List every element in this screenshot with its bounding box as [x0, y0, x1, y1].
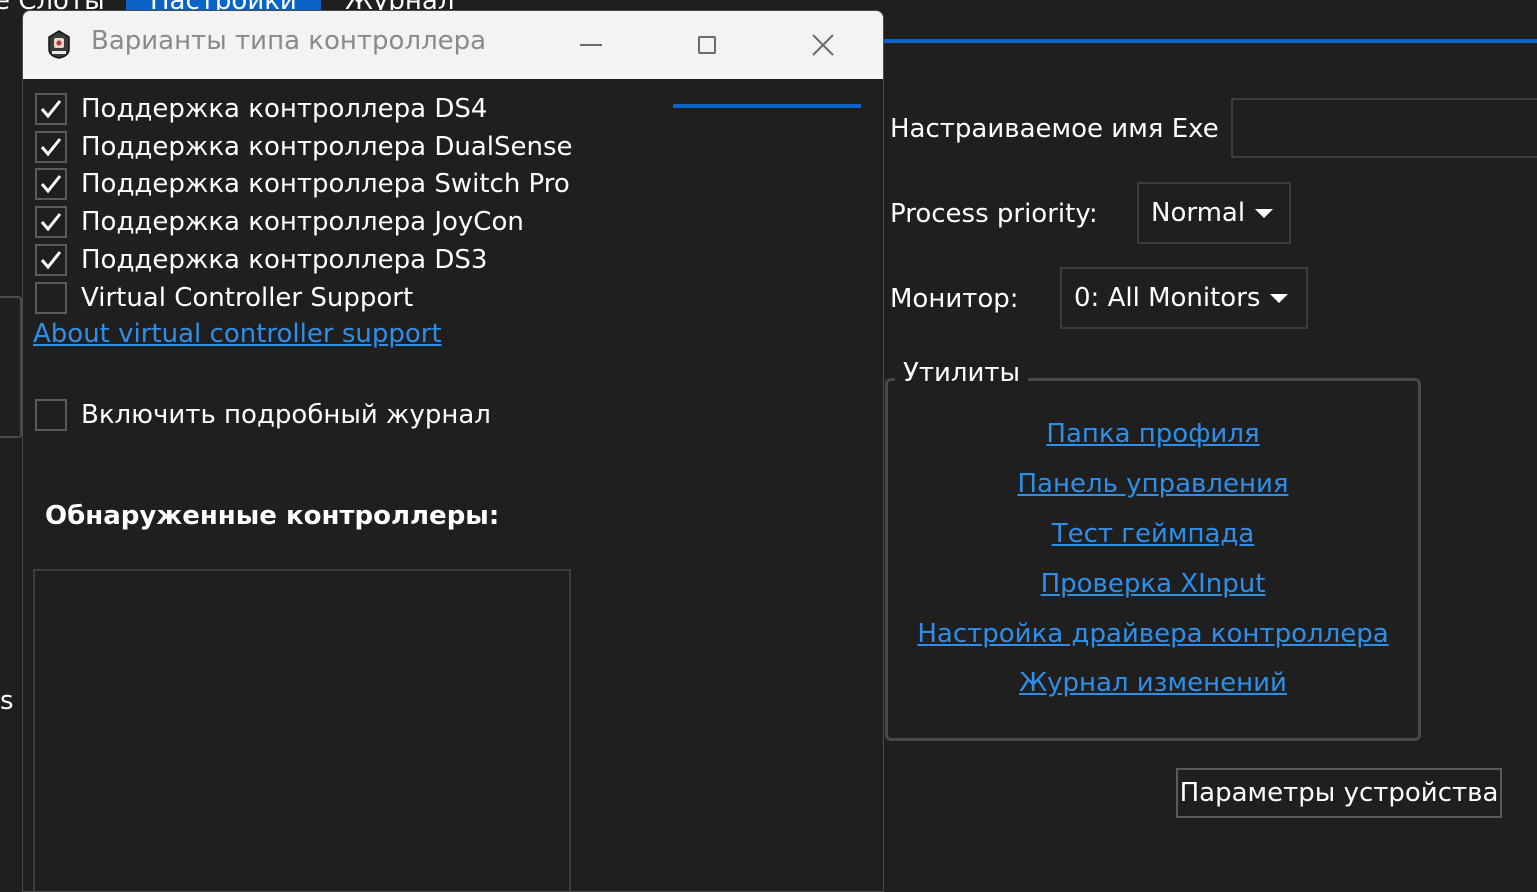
dialog-title: Варианты типа контроллера — [91, 26, 487, 56]
switch-pro-support-label: Поддержка контроллера Switch Pro — [81, 169, 570, 199]
left-group-frame — [0, 296, 22, 438]
checkmark-icon — [40, 213, 62, 232]
maximize-button[interactable] — [649, 11, 765, 79]
ds3-support-option[interactable]: Поддержка контроллера DS3 — [35, 242, 487, 278]
close-icon — [812, 34, 834, 56]
controller-types-dialog: Варианты типа контроллера Поддержка конт… — [22, 10, 884, 892]
ds4-support-label: Поддержка контроллера DS4 — [81, 94, 488, 124]
tab-underline — [880, 39, 1537, 43]
accent-bar — [673, 104, 861, 108]
monitor-dropdown[interactable]: 0: All Monitors — [1060, 267, 1308, 329]
checkmark-icon — [40, 100, 62, 119]
process-priority-label: Process priority: — [890, 199, 1098, 229]
about-virtual-controller-link[interactable]: About virtual controller support — [33, 319, 442, 349]
close-button[interactable] — [765, 11, 881, 79]
ds4-support-checkbox[interactable] — [35, 93, 67, 125]
process-priority-value: Normal — [1151, 198, 1246, 228]
dualsense-support-option[interactable]: Поддержка контроллера DualSense — [35, 129, 573, 165]
minimize-button[interactable] — [533, 11, 649, 79]
virtual-controller-label: Virtual Controller Support — [81, 283, 414, 313]
utilities-title: Утилиты — [895, 358, 1029, 388]
dialog-titlebar[interactable]: Варианты типа контроллера — [23, 11, 883, 79]
profile-folder-link[interactable]: Папка профиля — [888, 419, 1418, 449]
joycon-support-checkbox[interactable] — [35, 206, 67, 238]
gamepad-test-link[interactable]: Тест геймпада — [888, 519, 1418, 549]
control-panel-link[interactable]: Панель управления — [888, 469, 1418, 499]
app-icon — [48, 30, 70, 59]
process-priority-dropdown[interactable]: Normal — [1137, 182, 1291, 244]
dualsense-support-label: Поддержка контроллера DualSense — [81, 132, 573, 162]
custom-exe-label: Настраиваемое имя Exe — [890, 114, 1219, 144]
minimize-icon — [580, 44, 602, 46]
device-settings-button[interactable]: Параметры устройства — [1176, 768, 1502, 818]
monitor-label: Монитор: — [890, 284, 1019, 314]
switch-pro-support-checkbox[interactable] — [35, 168, 67, 200]
partial-left-label: s — [0, 686, 14, 716]
verbose-log-label: Включить подробный журнал — [81, 400, 491, 430]
custom-exe-input[interactable] — [1231, 98, 1537, 158]
switch-pro-support-option[interactable]: Поддержка контроллера Switch Pro — [35, 166, 570, 202]
chevron-down-icon — [1255, 208, 1274, 218]
changelog-link[interactable]: Журнал изменений — [888, 668, 1418, 698]
ds4-support-option[interactable]: Поддержка контроллера DS4 — [35, 91, 487, 127]
verbose-log-checkbox[interactable] — [35, 399, 67, 431]
detected-controllers-title: Обнаруженные контроллеры: — [45, 501, 500, 531]
detected-controllers-list[interactable] — [33, 569, 571, 891]
maximize-icon — [698, 36, 716, 54]
ds3-support-checkbox[interactable] — [35, 244, 67, 276]
ds3-support-label: Поддержка контроллера DS3 — [81, 245, 488, 275]
dualsense-support-checkbox[interactable] — [35, 131, 67, 163]
joycon-support-label: Поддержка контроллера JoyCon — [81, 207, 524, 237]
virtual-controller-option[interactable]: Virtual Controller Support — [35, 280, 413, 316]
virtual-controller-checkbox[interactable] — [35, 282, 67, 314]
checkmark-icon — [40, 138, 62, 157]
driver-setup-link[interactable]: Настройка драйвера контроллера — [888, 619, 1418, 649]
chevron-down-icon — [1270, 293, 1289, 303]
verbose-log-option[interactable]: Включить подробный журнал — [35, 397, 491, 433]
checkmark-icon — [40, 175, 62, 194]
monitor-value: 0: All Monitors — [1074, 283, 1261, 313]
xinput-check-link[interactable]: Проверка XInput — [888, 569, 1418, 599]
checkmark-icon — [40, 251, 62, 270]
joycon-support-option[interactable]: Поддержка контроллера JoyCon — [35, 204, 524, 240]
